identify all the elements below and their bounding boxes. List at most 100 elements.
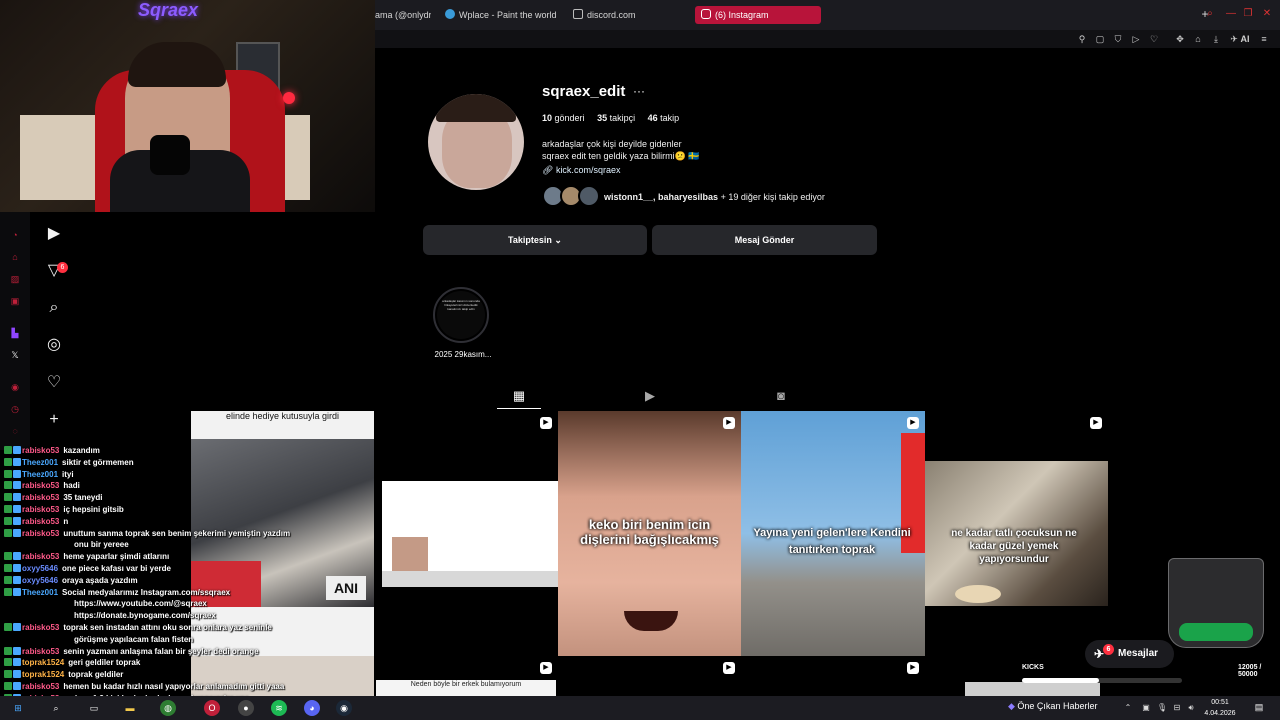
steam-icon[interactable]: ◉: [336, 700, 352, 716]
post-tile[interactable]: ▶ ne kadar tatlı çocuksun ne kadar güzel…: [925, 411, 1108, 656]
chat-username[interactable]: rabisko53: [22, 505, 59, 514]
chat-username[interactable]: rabisko53: [22, 481, 59, 490]
sidebar-app-6-icon[interactable]: ◌: [9, 425, 21, 437]
spotify-icon[interactable]: ≋: [271, 700, 287, 716]
record-icon[interactable]: ●: [238, 700, 254, 716]
minimize-icon[interactable]: —: [1225, 8, 1237, 20]
chat-message: rabisko53 iç hepsini gitsib: [4, 504, 124, 515]
post-tile[interactable]: [925, 656, 1108, 696]
chat-badge-icon: [13, 564, 21, 572]
file-explorer-icon[interactable]: ▬: [122, 700, 138, 716]
chat-username[interactable]: rabisko53: [22, 552, 59, 561]
volume-icon[interactable]: 🔊︎: [1186, 702, 1196, 714]
tab-instagram[interactable]: (6) Instagram: [695, 6, 821, 24]
chat-message: görüşme yapılacam falan fisten: [4, 634, 193, 645]
messages-badge: 6: [1103, 644, 1114, 655]
start-icon[interactable]: ⊞: [10, 700, 26, 716]
heart-icon[interactable]: ♡: [1148, 33, 1160, 45]
microphone-icon[interactable]: 🎙︎: [1157, 702, 1167, 714]
chat-username[interactable]: Theez001: [22, 470, 58, 479]
story-highlight[interactable]: arkadaşlar kasımın sonunda hikayelerimiz…: [433, 287, 489, 343]
subscriber-badge-icon: [4, 564, 12, 572]
messages-label: Mesajlar: [1118, 648, 1159, 659]
heart-icon[interactable]: ♡: [44, 373, 64, 393]
ai-button[interactable]: AI: [1239, 33, 1251, 45]
search-icon[interactable]: ⌕: [1204, 8, 1216, 20]
followers-stat[interactable]: 35 takipçi: [597, 113, 635, 123]
post-tile[interactable]: ▶ Yayına yeni gelen'lere Kendini tanıtır…: [741, 411, 925, 656]
play-icon[interactable]: ▷: [1130, 33, 1142, 45]
post-tile[interactable]: ▶: [741, 656, 925, 696]
pin-icon[interactable]: ⚲: [1076, 33, 1088, 45]
sidebar-app-2-icon[interactable]: ⌂: [9, 251, 21, 263]
sidebar-app-1-icon[interactable]: ◔: [9, 229, 21, 241]
profile-avatar[interactable]: [428, 94, 524, 190]
twitch-icon[interactable]: ▙: [9, 327, 21, 339]
post-tile[interactable]: ▶ Neden böyle bir erkek bulamıyorum: [374, 656, 558, 696]
search-icon[interactable]: ⌕: [44, 298, 64, 318]
tab-onlydra[interactable]: ama (@onlydra...: [375, 6, 431, 24]
extensions-icon[interactable]: ✥: [1174, 33, 1186, 45]
notification-center-icon[interactable]: ▤: [1253, 701, 1265, 713]
chat-username[interactable]: rabisko53: [22, 517, 59, 526]
chat-username[interactable]: Theez001: [22, 588, 58, 597]
chat-username[interactable]: oxyy5646: [22, 576, 58, 585]
bio-link[interactable]: 🔗︎ kick.com/sqraex: [542, 165, 620, 176]
usb-icon[interactable]: ⊟: [1172, 702, 1182, 714]
tagged-tab-icon[interactable]: ◙: [773, 388, 789, 404]
system-clock[interactable]: 00:51 4.04.2026: [1198, 697, 1242, 719]
stream-logo: Sqraex: [138, 0, 199, 20]
profile-username: sqraex_edit: [542, 83, 626, 100]
chat-username[interactable]: rabisko53: [22, 682, 59, 691]
tray-overflow-icon[interactable]: ⌃: [1123, 702, 1133, 714]
chat-username[interactable]: rabisko53: [22, 493, 59, 502]
chat-message: rabisko53 hadi: [4, 480, 80, 491]
wallet-icon[interactable]: ⌂: [1192, 33, 1204, 45]
chat-username[interactable]: rabisko53: [22, 623, 59, 632]
post-tile[interactable]: ▶: [374, 411, 558, 656]
chat-username[interactable]: toprak1524: [22, 670, 64, 679]
more-options-button[interactable]: ···: [633, 84, 645, 98]
following-button[interactable]: Takiptesin ⌄: [423, 225, 647, 255]
taskview-icon[interactable]: ▭: [86, 700, 102, 716]
tray-app-icon[interactable]: ▣: [1141, 702, 1151, 714]
plus-icon[interactable]: +: [44, 410, 64, 430]
news-widget[interactable]: ◆ Öne Çıkan Haberler: [1008, 701, 1097, 712]
messages-button[interactable]: ✈ 6 Mesajlar: [1085, 640, 1174, 668]
chat-username[interactable]: toprak1524: [22, 658, 64, 667]
close-icon[interactable]: ✕: [1261, 8, 1273, 20]
opera-icon[interactable]: O: [204, 700, 220, 716]
sidebar-app-5-icon[interactable]: ◉: [9, 381, 21, 393]
sidebar-app-3-icon[interactable]: ▨: [9, 273, 21, 285]
chat-username[interactable]: rabisko53: [22, 446, 59, 455]
chat-badge-icon: [13, 682, 21, 690]
reel-icon: ▶: [907, 662, 919, 674]
search-icon[interactable]: ⌕: [48, 700, 64, 716]
tab-wplace[interactable]: Wplace - Paint the world: [445, 6, 560, 24]
chat-badge-icon: [13, 552, 21, 561]
reels-tab-icon[interactable]: ▶: [642, 388, 658, 404]
chrome-icon[interactable]: ◍: [160, 700, 176, 716]
chat-username[interactable]: rabisko53: [22, 647, 59, 656]
history-icon[interactable]: ◷: [9, 403, 21, 415]
explore-compass-icon[interactable]: ◎: [44, 335, 64, 355]
maximize-icon[interactable]: ❐: [1242, 8, 1254, 20]
snapshot-icon[interactable]: ▢: [1094, 33, 1106, 45]
x-icon[interactable]: 𝕏: [9, 349, 21, 361]
chat-username[interactable]: Theez001: [22, 458, 58, 467]
posts-grid-tab-icon[interactable]: ▦: [511, 388, 527, 404]
sidebar-app-4-icon[interactable]: ▣: [9, 295, 21, 307]
reels-icon[interactable]: ▶: [44, 224, 64, 244]
chat-username[interactable]: oxyy5646: [22, 564, 58, 573]
tab-discord[interactable]: discord.com: [573, 6, 673, 24]
following-stat[interactable]: 46 takip: [648, 113, 680, 123]
menu-icon[interactable]: ≡: [1258, 33, 1270, 45]
stream-chat: rabisko53 kazandım Theez001 siktir et görme…: [0, 444, 330, 716]
post-tile[interactable]: ▶: [558, 656, 741, 696]
shield-icon[interactable]: ⛉: [1112, 33, 1124, 45]
post-tile[interactable]: ▶ keko biri benim icin dişlerini bağışlı…: [558, 411, 741, 656]
discord-icon[interactable]: ◕: [304, 700, 320, 716]
chat-username[interactable]: rabisko53: [22, 529, 59, 538]
download-icon[interactable]: ⤓: [1210, 33, 1222, 45]
message-button[interactable]: Mesaj Gönder: [652, 225, 877, 255]
